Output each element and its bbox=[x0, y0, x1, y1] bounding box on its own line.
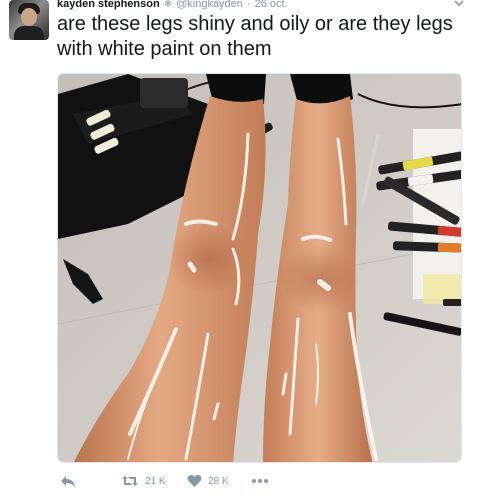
separator-dot: · bbox=[246, 0, 251, 10]
reply-icon bbox=[61, 476, 75, 487]
tweet: kayden stephenson ❄ @kingkayden · 26 oct… bbox=[0, 0, 482, 501]
avatar-body bbox=[14, 26, 44, 40]
display-name[interactable]: kayden stephenson bbox=[57, 0, 160, 10]
retweet-icon bbox=[122, 476, 138, 486]
tweet-text: are these legs shiny and oily or are the… bbox=[57, 13, 453, 60]
tweet-actions: 21 K 28 K bbox=[57, 472, 457, 490]
chevron-down-icon[interactable] bbox=[454, 0, 464, 8]
tweet-photo[interactable] bbox=[57, 73, 462, 463]
legs-photo-illustration bbox=[58, 74, 461, 462]
retweet-count: 21 K bbox=[145, 475, 166, 487]
like-count: 28 K bbox=[208, 475, 229, 487]
more-button[interactable] bbox=[251, 472, 269, 490]
more-dots-icon bbox=[252, 479, 268, 483]
heart-icon bbox=[187, 475, 202, 487]
tweet-header: kayden stephenson ❄ @kingkayden · 26 oct… bbox=[57, 0, 288, 11]
avatar-face bbox=[21, 8, 37, 26]
like-button[interactable]: 28 K bbox=[187, 472, 229, 490]
handle[interactable]: @kingkayden bbox=[176, 0, 243, 10]
user-badge-icon: ❄ bbox=[163, 0, 173, 10]
tweet-date[interactable]: 26 oct. bbox=[255, 0, 288, 10]
reply-button[interactable] bbox=[60, 472, 76, 490]
avatar[interactable] bbox=[9, 0, 49, 40]
retweet-button[interactable]: 21 K bbox=[121, 472, 166, 490]
